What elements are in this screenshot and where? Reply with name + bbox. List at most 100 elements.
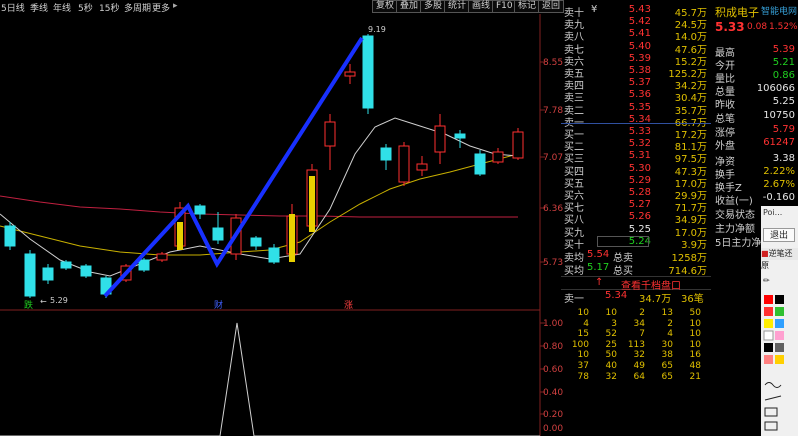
popup-exit-button[interactable]: 退出 — [763, 228, 795, 242]
level-price: 5.27 — [628, 199, 651, 211]
oscillator-line — [0, 322, 540, 436]
queue-cell: 65 — [661, 371, 673, 382]
level-price: 5.36 — [628, 89, 651, 101]
candle-body — [416, 163, 428, 171]
queue-cell: 7 — [639, 329, 645, 340]
info-label: 昨收 — [715, 100, 735, 111]
queue-cell: 78 — [577, 371, 589, 382]
queue-cell: 38 — [661, 350, 673, 361]
level-price: 5.25 — [628, 223, 651, 235]
info-row: 换手Z 2.67% — [715, 179, 797, 194]
marker-fall[interactable]: 跌 — [24, 298, 33, 311]
button-multi-stock[interactable]: 多股 — [420, 0, 447, 13]
queue-cell: 32 — [605, 371, 617, 382]
candle-body — [512, 131, 524, 159]
queue-cell: 64 — [633, 371, 645, 382]
color-palette[interactable] — [761, 292, 798, 436]
revert-dot-icon: ■ — [761, 249, 769, 258]
marker-finance[interactable]: 财 — [214, 298, 223, 311]
button-mark[interactable]: 标记 — [514, 0, 541, 13]
candle-body — [4, 225, 16, 247]
queue-row: 4 3 34 2 10 — [561, 319, 711, 330]
queue-cell: 25 — [605, 339, 617, 350]
queue-cell: 50 — [605, 350, 617, 361]
queue-cell: 21 — [689, 371, 701, 382]
level-price: 5.41 — [628, 28, 651, 40]
candle-body — [138, 259, 150, 271]
toolbar-5sec[interactable]: 5秒 — [78, 1, 93, 14]
order-queue-table: 卖一 5.34 34.7万 36笔 10 10 2 13 50 4 3 34 2 10 15 52 7 4… — [561, 290, 711, 436]
queue-cell: 3 — [611, 318, 617, 329]
queue-cell: 2 — [667, 318, 673, 329]
chart-toolbar: 5日线 季线 年线 5秒 15秒 多周期 更多 ▸ 复权 叠加 多股 统计 画线… — [0, 0, 565, 14]
candle-body — [398, 145, 410, 183]
queue-cell: 48 — [689, 361, 701, 371]
candle-body — [194, 205, 206, 215]
candle-body — [454, 133, 466, 139]
queue-cell: 4 — [583, 318, 589, 329]
info-label: 总笔 — [715, 114, 735, 125]
button-overlay[interactable]: 叠加 — [396, 0, 423, 13]
trend-line — [103, 36, 364, 298]
level-price: 5.31 — [628, 150, 651, 162]
queue-cell: 4 — [667, 329, 673, 340]
drawing-popup[interactable]: Poi... 退出 ✏ — [761, 206, 798, 436]
queue-cell: 34 — [633, 318, 645, 329]
ob-divider — [561, 123, 711, 124]
candle-body — [268, 247, 280, 263]
info-row: 外盘 61247 — [715, 137, 797, 152]
quote-info-panel: 积成电子 智能电网 5.33 0.08 1.52% 最高 5.39 今开 5.21 量比… — [711, 0, 798, 436]
kline-chart[interactable]: 8.55 7.78 7.07 6.36 5.73 1.00 0.80 0.60 … — [0, 14, 563, 436]
toolbar-year[interactable]: 年线 — [53, 1, 71, 14]
candle-body — [492, 151, 504, 163]
price-change-pct: 1.52% — [769, 22, 798, 32]
last-price: 5.33 — [715, 20, 745, 34]
queue-cell: 10 — [577, 308, 589, 318]
queue-cell: 52 — [605, 329, 617, 340]
level-price: 5.26 — [628, 211, 651, 223]
currency-icon: ¥ — [591, 4, 598, 15]
queue-row: 100 25 113 30 10 — [561, 340, 711, 351]
avg-bid-row: 买均 5.17 总买 714.6万 — [564, 262, 707, 277]
candle-body — [324, 121, 336, 147]
low-arrow-icon: ← — [40, 297, 47, 306]
level-price: 5.30 — [628, 162, 651, 174]
view-queue-button[interactable]: ↑ 查看千档盘口 — [561, 276, 711, 292]
queue-cell: 113 — [627, 339, 645, 350]
marker-rise[interactable]: 涨 — [344, 298, 353, 311]
bid-ten-price-box — [597, 236, 649, 247]
popup-revert-button[interactable]: ■逆笔还原 — [761, 248, 798, 270]
info-row: 今开 5.21 — [715, 57, 797, 72]
arrow-up-icon: ↑ — [595, 277, 604, 288]
toolbar-15sec[interactable]: 15秒 — [99, 1, 119, 14]
popup-title: Poi... — [763, 208, 783, 217]
info-row: 总量 106066 — [715, 83, 797, 98]
kline-svg — [0, 14, 545, 436]
queue-row: 37 40 49 65 48 — [561, 361, 711, 372]
queue-cell: 49 — [633, 361, 645, 371]
info-row: 昨收 5.25 — [715, 96, 797, 111]
candle-body — [474, 153, 486, 175]
info-row: 总笔 10750 — [715, 110, 797, 125]
button-f10[interactable]: F10 — [492, 0, 517, 13]
info-value: 2.67% — [763, 179, 795, 190]
more-arrow-icon[interactable]: ▸ — [173, 1, 178, 11]
toolbar-5day[interactable]: 5日线 — [1, 1, 25, 14]
button-draw-line[interactable]: 画线 — [468, 0, 495, 13]
info-value: 3.38 — [772, 153, 795, 164]
button-statistics[interactable]: 统计 — [444, 0, 471, 13]
high-price-label: 9.19 — [368, 25, 386, 34]
toolbar-multi-period[interactable]: 多周期 — [124, 1, 151, 14]
stock-sector-tag[interactable]: 智能电网 — [761, 4, 797, 17]
button-restore-right[interactable]: 复权 — [372, 0, 399, 13]
info-label: 交易状态 — [715, 210, 755, 221]
popup-pen-icon[interactable]: ✏ — [763, 276, 795, 288]
candle-body — [434, 125, 446, 153]
info-label: 收益(一) — [715, 196, 753, 207]
info-value: 10750 — [763, 110, 795, 121]
toolbar-quarter[interactable]: 季线 — [30, 1, 48, 14]
queue-row: 15 52 7 4 10 — [561, 329, 711, 340]
candle-body — [380, 147, 392, 161]
toolbar-more[interactable]: 更多 — [152, 1, 170, 14]
candle-body — [156, 253, 168, 261]
